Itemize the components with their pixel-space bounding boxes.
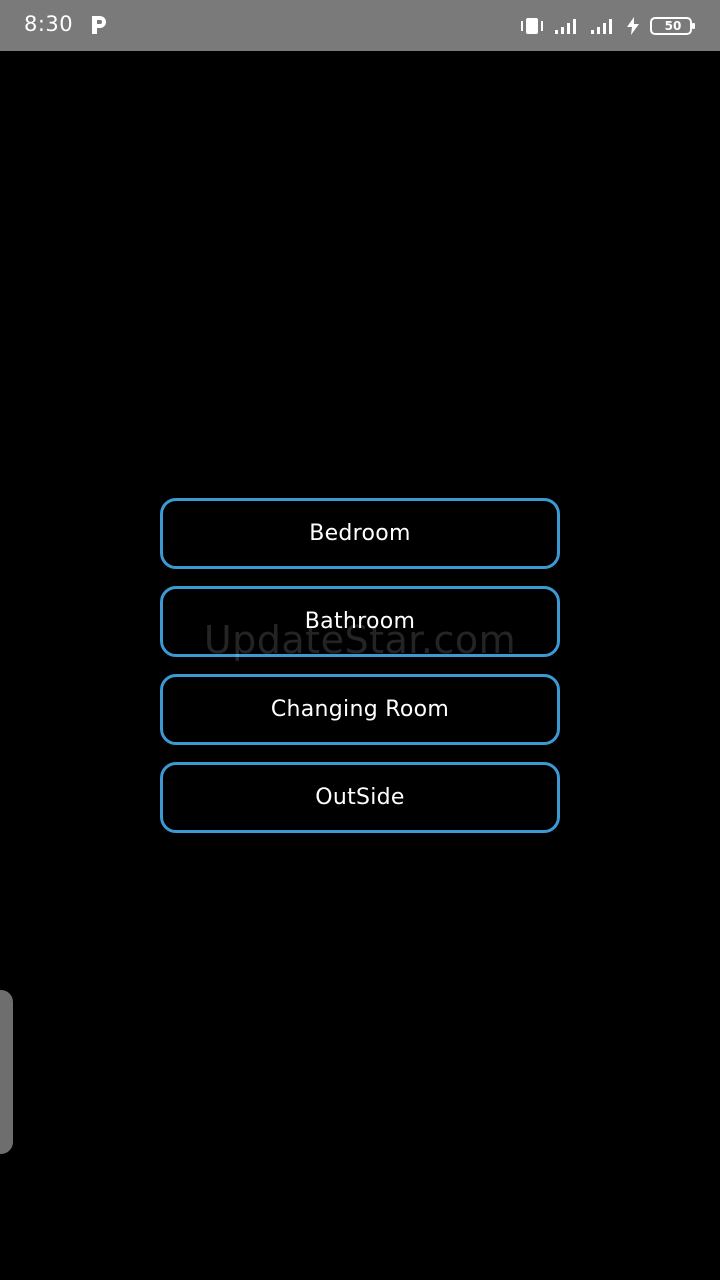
status-icons: 50 (520, 14, 696, 38)
bedroom-label: Bedroom (309, 521, 411, 546)
battery-level: 50 (664, 19, 682, 33)
bathroom-label: Bathroom (304, 609, 416, 634)
room-menu: Bedroom Bathroom Changing Room OutSide (160, 498, 560, 850)
bathroom-button[interactable]: Bathroom (160, 586, 560, 657)
bedroom-button[interactable]: Bedroom (160, 498, 560, 569)
app-screen: 8:30 50 Bedroom Bathroom Changing Room O… (0, 0, 720, 1280)
p-app-icon (92, 16, 106, 34)
signal-icon (591, 19, 612, 34)
status-time: 8:30 (24, 12, 74, 36)
signal-icon (555, 19, 576, 34)
changing-room-label: Changing Room (270, 697, 450, 722)
edge-panel-handle[interactable] (0, 990, 13, 1154)
charging-icon (627, 17, 639, 35)
outside-button[interactable]: OutSide (160, 762, 560, 833)
outside-label: OutSide (315, 785, 405, 810)
vibrate-icon (521, 18, 543, 34)
changing-room-button[interactable]: Changing Room (160, 674, 560, 745)
battery-icon: 50 (650, 17, 696, 35)
status-bar: 8:30 50 (0, 0, 720, 51)
